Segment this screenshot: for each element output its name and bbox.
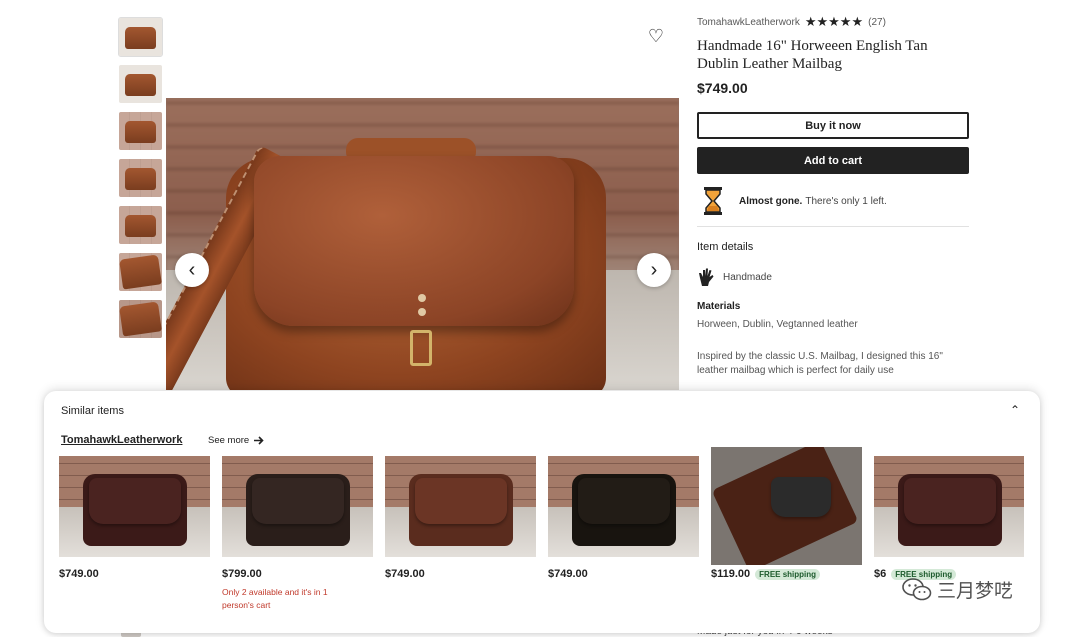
similar-item-image[interactable] — [711, 447, 862, 565]
shop-link[interactable]: TomahawkLeatherwork — [61, 434, 182, 446]
similar-item-card[interactable]: $749.00 — [385, 456, 536, 580]
similar-item-price: $749.00 — [59, 568, 99, 580]
shop-rating-line: TomahawkLeatherwork ★★★★★ (27) — [697, 14, 969, 30]
thumbnail-2[interactable] — [119, 65, 162, 103]
similar-item-image[interactable] — [385, 456, 536, 557]
similar-item-price-row: $749.00 — [385, 568, 425, 580]
similar-item-price: $799.00 — [222, 568, 262, 580]
buckle — [410, 330, 432, 366]
listing-title: Handmade 16" Horweeen English Tan Dublin… — [697, 38, 928, 72]
thumbnail-4[interactable] — [119, 159, 162, 197]
stock-alert-text: There's only 1 left. — [805, 195, 887, 207]
similar-item-price: $119.00 — [711, 568, 751, 580]
similar-item-card[interactable]: $749.00 — [548, 456, 699, 580]
arrow-right-icon — [254, 436, 264, 445]
similar-item-card[interactable]: $119.00 FREE shipping — [711, 447, 862, 580]
listing-price: $749.00 — [697, 80, 748, 96]
thumbnail-5[interactable] — [119, 206, 162, 244]
materials-heading: Materials — [697, 301, 741, 312]
similar-item-card[interactable]: $749.00 — [59, 456, 210, 580]
favorite-button[interactable]: ♡ — [646, 26, 666, 46]
similar-item-card[interactable]: $6 FREE shipping — [874, 456, 1024, 580]
item-details-heading[interactable]: Item details — [697, 241, 969, 253]
main-product-image[interactable] — [166, 98, 679, 390]
watermark-text: 三月梦呓 — [937, 581, 1014, 602]
description-line-2: leather mailbag which is perfect for dai… — [697, 365, 894, 376]
similar-item-image[interactable] — [222, 456, 373, 557]
similar-items-title: Similar items — [61, 405, 124, 417]
similar-item-price-row: $749.00 — [548, 568, 588, 580]
thumbnail-1[interactable] — [118, 17, 163, 57]
handmade-row: Handmade — [697, 267, 969, 287]
thumbnail-6[interactable] — [119, 253, 162, 291]
description-line-1: Inspired by the classic U.S. Mailbag, I … — [697, 351, 943, 362]
similar-item-price-row: $749.00 — [59, 568, 99, 580]
chevron-left-icon: ‹ — [188, 258, 196, 281]
review-count[interactable]: (27) — [868, 17, 886, 28]
similar-item-price-row: $119.00 FREE shipping — [711, 568, 821, 580]
chevron-up-icon: ⌃ — [1009, 403, 1020, 417]
divider — [697, 226, 969, 227]
star-rating-icon: ★★★★★ — [804, 14, 864, 29]
stock-alert-bold: Almost gone. — [739, 195, 803, 207]
similar-item-card[interactable]: $799.00 Only 2 available and it's in 1 p… — [222, 456, 373, 610]
stock-alert: Almost gone. There's only 1 left. — [697, 186, 969, 216]
chevron-right-icon: › — [650, 258, 658, 281]
similar-item-price: $749.00 — [548, 568, 588, 580]
hourglass-icon — [704, 187, 722, 215]
hand-icon — [699, 268, 714, 286]
similar-items-panel: Similar items ⌃ TomahawkLeatherwork See … — [44, 391, 1040, 633]
similar-item-image[interactable] — [874, 456, 1024, 557]
see-more-label: See more — [208, 435, 250, 446]
listing-info: TomahawkLeatherwork ★★★★★ (27) Handmade … — [697, 14, 969, 378]
buy-it-now-button[interactable]: Buy it now — [697, 112, 969, 139]
thumbnail-7[interactable] — [119, 300, 162, 338]
thumbnail-list — [118, 17, 163, 347]
similar-item-image[interactable] — [59, 456, 210, 557]
add-to-cart-button[interactable]: Add to cart — [697, 147, 969, 174]
description: Inspired by the classic U.S. Mailbag, I … — [697, 350, 969, 378]
handmade-label: Handmade — [723, 271, 772, 283]
similar-item-price: $6 — [874, 568, 887, 580]
next-image-button[interactable]: › — [637, 253, 671, 287]
collapse-button[interactable]: ⌃ — [1010, 403, 1020, 417]
watermark: 三月梦呓 — [902, 576, 1013, 603]
wechat-icon — [902, 577, 932, 600]
scarcity-note: Only 2 available and it's in 1 person's … — [222, 587, 328, 610]
similar-item-price: $749.00 — [385, 568, 425, 580]
thumbnail-3[interactable] — [119, 112, 162, 150]
heart-icon: ♡ — [647, 26, 665, 46]
see-more-link[interactable]: See more — [208, 435, 264, 446]
free-shipping-badge: FREE shipping — [755, 568, 821, 580]
materials-value: Horween, Dublin, Vegtanned leather — [697, 319, 858, 330]
shop-name-link[interactable]: TomahawkLeatherwork — [697, 17, 800, 28]
previous-image-button[interactable]: ‹ — [175, 253, 209, 287]
similar-items-list: $749.00 $799.00 Only 2 available and it'… — [59, 447, 1040, 626]
similar-item-price-row: $799.00 — [222, 568, 262, 580]
similar-item-image[interactable] — [548, 456, 699, 557]
